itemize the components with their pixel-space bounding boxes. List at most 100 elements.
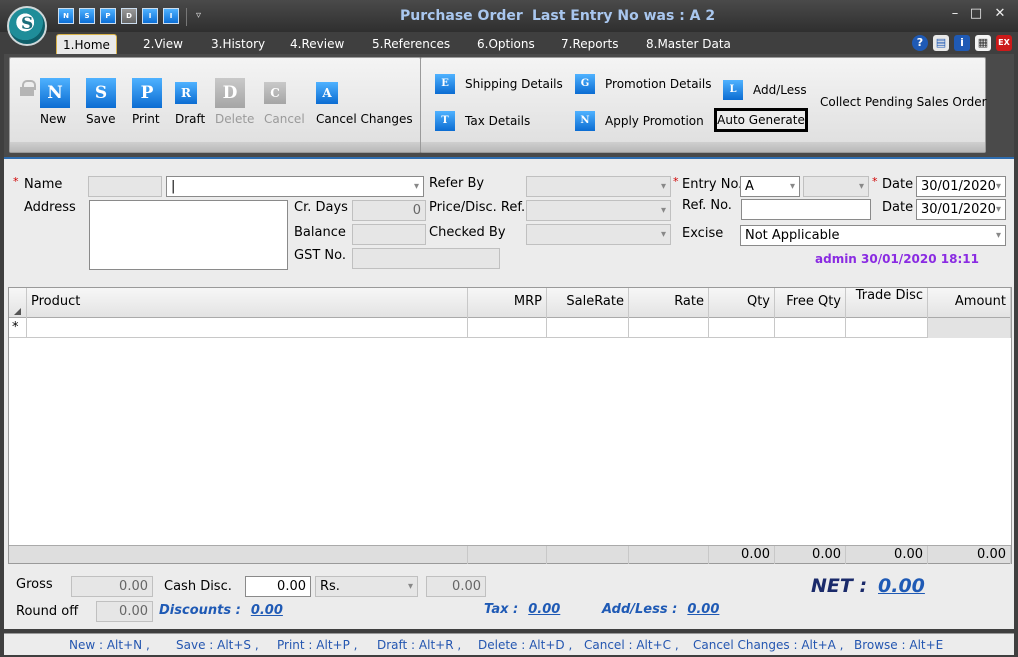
qat-info-button[interactable]: I bbox=[142, 8, 158, 24]
new-button[interactable]: N New bbox=[40, 78, 70, 126]
qat-new-button[interactable]: N bbox=[58, 8, 74, 24]
date2-label: Date bbox=[882, 200, 914, 215]
balance-field[interactable] bbox=[352, 224, 426, 245]
cash-disc-input[interactable]: 0.00 bbox=[245, 576, 311, 597]
ref-date-picker[interactable]: 30/01/2020 bbox=[916, 199, 1006, 220]
address-label: Address bbox=[24, 200, 76, 215]
tab-options[interactable]: 6.Options bbox=[471, 34, 541, 54]
col-amount[interactable]: Amount bbox=[928, 288, 1011, 318]
tax-value[interactable]: 0.00 bbox=[528, 602, 560, 617]
print-button[interactable]: P Print bbox=[132, 78, 162, 126]
round-off-label: Round off bbox=[16, 604, 79, 619]
ribbon-group-actions: N New S Save P Print R Draft D Delete C … bbox=[9, 57, 421, 153]
date-picker[interactable]: 30/01/2020 bbox=[916, 176, 1006, 197]
col-free-qty[interactable]: Free Qty bbox=[775, 288, 846, 318]
apply-promotion-button[interactable]: N Apply Promotion bbox=[575, 111, 704, 131]
tab-references[interactable]: 5.References bbox=[366, 34, 456, 54]
table-row[interactable]: * bbox=[9, 318, 1011, 338]
entry-no-select[interactable] bbox=[803, 176, 869, 197]
add-less-button[interactable]: L Add/Less bbox=[723, 80, 807, 100]
quick-access-toolbar: N S P D I I ▿ bbox=[58, 8, 201, 26]
cell-trade-disc[interactable] bbox=[846, 318, 928, 338]
help-icon[interactable]: ? bbox=[912, 35, 928, 51]
qat-separator bbox=[186, 8, 187, 26]
discounts-summary: Discounts : 0.00 bbox=[159, 603, 283, 618]
cell-free-qty[interactable] bbox=[775, 318, 846, 338]
date-label: Date bbox=[882, 177, 914, 192]
cash-disc-unit-select[interactable]: Rs. bbox=[315, 576, 418, 597]
col-rate[interactable]: Rate bbox=[629, 288, 709, 318]
shipping-icon: E bbox=[435, 74, 455, 94]
col-qty[interactable]: Qty bbox=[709, 288, 775, 318]
excise-select[interactable]: Not Applicable bbox=[740, 225, 1006, 246]
draft-button[interactable]: R Draft bbox=[175, 78, 205, 126]
col-product[interactable]: Product bbox=[27, 288, 468, 318]
cancel-changes-button[interactable]: A Cancel Changes bbox=[316, 78, 413, 126]
document-icon[interactable]: ▦ bbox=[975, 35, 991, 51]
name-input[interactable]: | bbox=[166, 176, 424, 197]
cell-qty[interactable] bbox=[709, 318, 775, 338]
discounts-value[interactable]: 0.00 bbox=[251, 603, 283, 618]
name-code-field[interactable] bbox=[88, 176, 162, 197]
checked-by-label: Checked By bbox=[429, 225, 506, 240]
qat-info2-button[interactable]: I bbox=[163, 8, 179, 24]
qat-save-button[interactable]: S bbox=[79, 8, 95, 24]
entry-prefix-select[interactable]: A bbox=[740, 176, 800, 197]
ribbon-group-footer bbox=[10, 142, 420, 152]
col-salerate[interactable]: SaleRate bbox=[547, 288, 629, 318]
total-rate bbox=[629, 546, 709, 564]
save-button[interactable]: S Save bbox=[86, 78, 116, 126]
col-mrp[interactable]: MRP bbox=[468, 288, 547, 318]
total-product bbox=[9, 546, 468, 564]
checked-by-select[interactable] bbox=[526, 224, 671, 245]
cell-salerate[interactable] bbox=[547, 318, 629, 338]
qat-customize-icon[interactable]: ▿ bbox=[196, 8, 201, 26]
address-textarea[interactable] bbox=[89, 200, 288, 270]
tab-master-data[interactable]: 8.Master Data bbox=[640, 34, 737, 54]
print-icon[interactable]: ▤ bbox=[933, 35, 949, 51]
qat-delete-button[interactable]: D bbox=[121, 8, 137, 24]
round-off-field[interactable]: 0.00 bbox=[96, 601, 153, 622]
cr-days-field[interactable]: 0 bbox=[352, 200, 426, 221]
minimize-button[interactable]: – bbox=[945, 6, 965, 21]
qat-print-button[interactable]: P bbox=[100, 8, 116, 24]
collect-pending-button[interactable]: Collect Pending Sales Order bbox=[820, 95, 987, 109]
grid-header: Product MRP SaleRate Rate Qty Free Qty T… bbox=[9, 288, 1011, 318]
exit-icon[interactable]: EX bbox=[996, 35, 1012, 51]
refer-by-select[interactable] bbox=[526, 176, 671, 197]
price-disc-select[interactable] bbox=[526, 200, 671, 221]
app-logo[interactable] bbox=[7, 6, 47, 46]
delete-button[interactable]: D Delete bbox=[215, 78, 254, 126]
gross-field: 0.00 bbox=[71, 576, 153, 597]
tax-details-button[interactable]: T Tax Details bbox=[435, 111, 530, 131]
cell-product[interactable] bbox=[27, 318, 468, 338]
promotion-details-button[interactable]: G Promotion Details bbox=[575, 74, 711, 94]
grid-select-all-icon[interactable] bbox=[9, 288, 27, 318]
cell-rate[interactable] bbox=[629, 318, 709, 338]
tab-view[interactable]: 2.View bbox=[137, 34, 189, 54]
window-title: Purchase Order bbox=[400, 8, 523, 24]
tab-review[interactable]: 4.Review bbox=[284, 34, 350, 54]
col-trade-disc[interactable]: Trade Disc bbox=[846, 288, 928, 318]
shortcut-browse: Browse : Alt+E bbox=[854, 638, 944, 652]
row-selector[interactable] bbox=[9, 318, 27, 338]
cell-mrp[interactable] bbox=[468, 318, 547, 338]
auto-generate-button[interactable]: Auto Generate bbox=[714, 108, 808, 132]
shortcut-delete: Delete : Alt+D , bbox=[478, 638, 573, 652]
gst-field[interactable] bbox=[352, 248, 500, 269]
cancel-button[interactable]: C Cancel bbox=[264, 78, 305, 126]
gross-label: Gross bbox=[16, 577, 53, 592]
ref-no-input[interactable] bbox=[741, 199, 871, 220]
close-button[interactable]: ✕ bbox=[990, 6, 1010, 21]
total-mrp bbox=[468, 546, 547, 564]
tab-reports[interactable]: 7.Reports bbox=[555, 34, 624, 54]
lock-icon[interactable] bbox=[20, 80, 36, 96]
info-icon[interactable]: i bbox=[954, 35, 970, 51]
product-grid[interactable]: Product MRP SaleRate Rate Qty Free Qty T… bbox=[8, 287, 1012, 564]
addless-value[interactable]: 0.00 bbox=[687, 602, 719, 617]
delete-icon: D bbox=[215, 78, 245, 108]
tab-history[interactable]: 3.History bbox=[205, 34, 271, 54]
maximize-button[interactable]: □ bbox=[966, 6, 986, 21]
shipping-details-button[interactable]: E Shipping Details bbox=[435, 74, 563, 94]
tab-home[interactable]: 1.Home bbox=[56, 34, 117, 54]
